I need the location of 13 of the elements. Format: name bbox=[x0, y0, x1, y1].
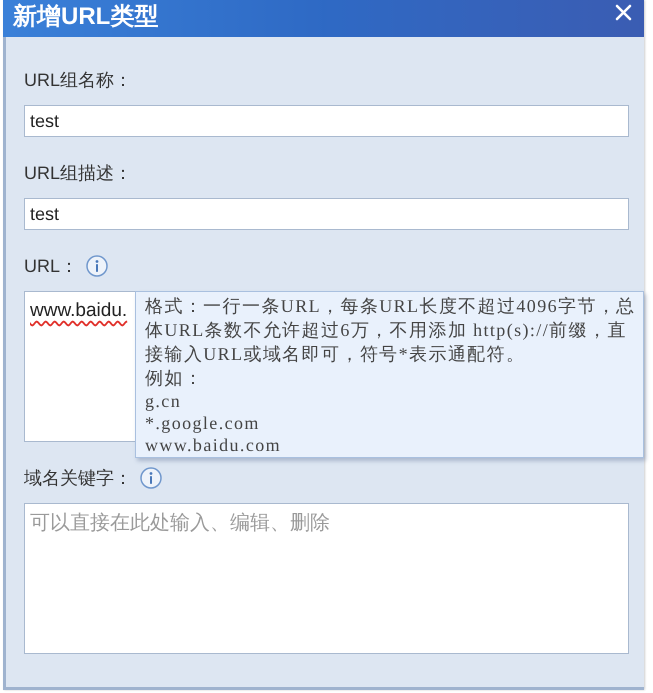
info-icon[interactable] bbox=[140, 467, 162, 489]
window-title: 新增URL类型 bbox=[13, 4, 158, 28]
field-label: URL： bbox=[24, 257, 78, 275]
info-icon[interactable] bbox=[86, 255, 108, 277]
text-input[interactable]: test bbox=[24, 198, 629, 230]
field-label: URL组名称： bbox=[24, 71, 132, 89]
textarea-field[interactable]: 可以直接在此处输入、编辑、删除 bbox=[24, 503, 629, 654]
tooltip-example-heading: 例如： bbox=[145, 367, 204, 390]
close-icon[interactable] bbox=[615, 4, 632, 21]
field-label: 域名关键字： bbox=[24, 469, 132, 487]
tooltip-example: g.cn bbox=[145, 390, 182, 412]
text-input[interactable]: test bbox=[24, 105, 629, 137]
field-label: URL组描述： bbox=[24, 164, 132, 182]
